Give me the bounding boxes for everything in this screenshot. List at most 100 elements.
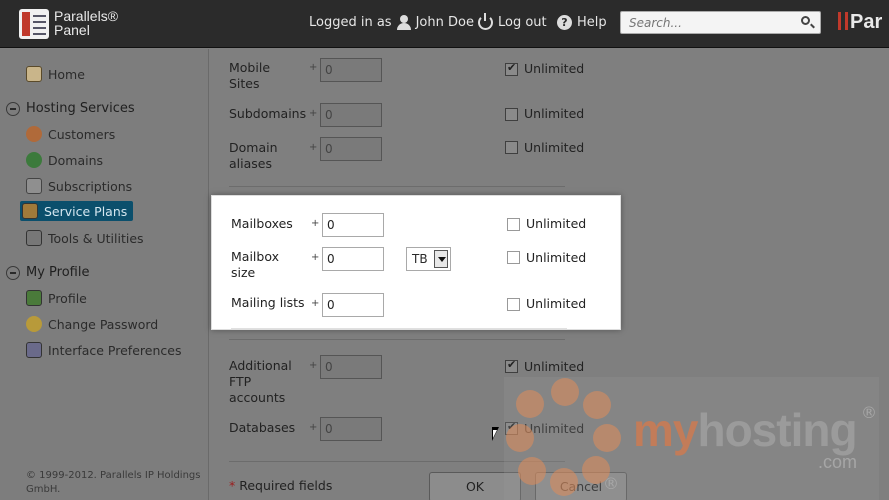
divider	[229, 186, 565, 187]
field-label: Domain aliases	[229, 140, 278, 171]
mailbox-size-unlimited-checkbox[interactable]	[507, 251, 520, 264]
mailing-lists-unlimited-checkbox[interactable]	[507, 298, 520, 311]
sidebar-item-customers[interactable]: Customers	[26, 126, 115, 142]
watermark-com: .com	[818, 452, 858, 472]
subdomains-input[interactable]	[320, 103, 382, 127]
sidebar-item-interface-preferences[interactable]: Interface Preferences	[26, 342, 181, 358]
databases-input[interactable]	[320, 417, 382, 441]
tools-icon	[26, 230, 42, 246]
sidebar-item-change-password[interactable]: Change Password	[26, 316, 158, 332]
profile-icon	[26, 290, 42, 306]
sidebar-item-label: Home	[48, 66, 85, 82]
plus-sign: +	[309, 108, 318, 119]
home-icon	[26, 66, 42, 82]
logged-in-info: Logged in as John Doe	[309, 15, 474, 30]
field-label: Mailbox size	[231, 249, 279, 280]
divider	[231, 328, 567, 329]
watermark-reg-2: ®	[603, 474, 619, 493]
watermark-dot	[551, 378, 579, 406]
divider	[229, 339, 565, 340]
unlimited-label: Unlimited	[526, 296, 587, 311]
field-label: Subdomains	[229, 106, 307, 121]
service-plans-icon	[22, 203, 38, 219]
additional-ftp-unlimited-checkbox[interactable]	[505, 358, 518, 373]
mailbox-size-unit-select[interactable]: TB	[406, 247, 451, 271]
sidebar-item-label: Customers	[48, 126, 116, 142]
additional-ftp-input[interactable]	[320, 355, 382, 379]
field-label: Mailboxes	[231, 216, 293, 231]
field-label: Databases	[229, 420, 296, 435]
sidebar-item-tools[interactable]: Tools & Utilities	[26, 230, 144, 246]
watermark-dot	[583, 391, 611, 419]
plus-sign: +	[311, 218, 320, 229]
power-icon	[478, 13, 493, 30]
watermark-my: my	[633, 404, 698, 456]
search-box[interactable]	[620, 11, 821, 34]
top-header: Parallels® Panel Logged in as John Doe L…	[0, 0, 889, 48]
mailboxes-input[interactable]	[322, 213, 384, 237]
sidebar-item-label: Interface Preferences	[48, 342, 182, 358]
mouse-cursor-fill	[493, 430, 497, 438]
sidebar-item-subscriptions[interactable]: Subscriptions	[26, 178, 132, 194]
brand-name: Parallels® Panel	[54, 9, 118, 37]
mailbox-size-input[interactable]	[322, 247, 384, 271]
row-mailing-lists: Mailing lists + Unlimited	[231, 293, 586, 319]
section-hosting-services[interactable]: Hosting Services	[6, 101, 135, 116]
field-label: Additional FTP accounts	[229, 358, 292, 405]
domain-aliases-input[interactable]	[320, 137, 382, 161]
mobile-sites-input[interactable]	[320, 58, 382, 82]
mailboxes-unlimited-checkbox[interactable]	[507, 218, 520, 231]
plus-sign: +	[311, 298, 320, 309]
sidebar-item-label: Profile	[48, 290, 87, 306]
mail-limits-highlight: Mailboxes + Unlimited Mailbox size + TB …	[211, 195, 621, 330]
logged-in-label: Logged in as	[309, 15, 392, 30]
mailing-lists-input[interactable]	[322, 293, 384, 317]
logout-label[interactable]: Log out	[498, 15, 547, 30]
section-label: Hosting Services	[26, 101, 135, 116]
required-asterisk: *	[229, 478, 236, 493]
watermark-text: myhosting	[633, 403, 858, 457]
dropdown-arrow-icon[interactable]	[434, 250, 448, 268]
collapse-icon[interactable]	[6, 265, 20, 280]
sidebar: Home Hosting Services Customers Domains …	[0, 49, 209, 500]
unlimited-label: Unlimited	[524, 140, 585, 155]
parallels-logo-icon[interactable]	[19, 9, 49, 39]
sidebar-item-home[interactable]: Home	[26, 66, 85, 82]
subdomains-unlimited-checkbox[interactable]	[505, 108, 518, 121]
required-fields-note: * Required fields	[229, 478, 332, 493]
key-icon	[26, 316, 42, 332]
user-name[interactable]: John Doe	[416, 15, 474, 30]
search-icon[interactable]	[801, 16, 810, 25]
section-label: My Profile	[26, 265, 90, 280]
unlimited-label: Unlimited	[524, 106, 585, 121]
customers-icon	[26, 126, 42, 142]
unlimited-label: Unlimited	[526, 216, 587, 231]
user-icon	[396, 15, 411, 30]
plus-sign: +	[309, 360, 318, 371]
collapse-icon[interactable]	[6, 101, 20, 116]
brand-line2: Panel	[54, 22, 90, 38]
field-label: Mailing lists	[231, 295, 305, 310]
row-domain-aliases: Domain aliases + Unlimited	[229, 137, 584, 173]
plus-sign: +	[309, 422, 318, 433]
row-subdomains: Subdomains + Unlimited	[229, 103, 584, 129]
sidebar-item-profile[interactable]: Profile	[26, 290, 87, 306]
sidebar-item-label: Change Password	[48, 316, 159, 332]
logout-link[interactable]: Log out	[478, 13, 547, 30]
preferences-icon	[26, 342, 42, 358]
plus-sign: +	[311, 252, 320, 263]
section-my-profile[interactable]: My Profile	[6, 265, 89, 280]
sidebar-item-service-plans[interactable]: Service Plans	[20, 201, 134, 221]
row-mobile-sites: Mobile Sites + Unlimited	[229, 58, 584, 94]
mobile-sites-unlimited-checkbox[interactable]	[505, 61, 518, 76]
domains-icon	[26, 152, 42, 168]
plus-sign: +	[309, 142, 318, 153]
brand-right-logo: Par	[838, 11, 882, 34]
help-icon: ?	[557, 15, 572, 30]
watermark-hosting: hosting	[697, 404, 857, 456]
sidebar-item-domains[interactable]: Domains	[26, 152, 103, 168]
help-label[interactable]: Help	[577, 15, 607, 30]
search-input[interactable]	[621, 12, 791, 33]
help-link[interactable]: ? Help	[557, 15, 607, 30]
domain-aliases-unlimited-checkbox[interactable]	[505, 141, 518, 154]
